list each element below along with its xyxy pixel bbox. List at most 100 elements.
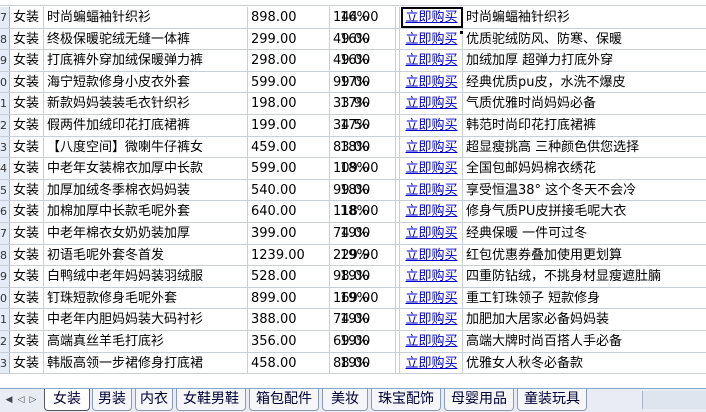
fill-handle[interactable] xyxy=(459,30,464,35)
cell-category[interactable]: 女装 xyxy=(10,28,44,50)
buy-now-link[interactable]: 立即购买 xyxy=(405,53,457,68)
cell-rate[interactable]: 19% xyxy=(340,331,400,352)
cell-price[interactable]: 540.00 xyxy=(248,179,330,201)
cell-buy-link[interactable]: 立即购买 xyxy=(401,309,463,330)
cell-price[interactable]: 198.00 xyxy=(248,93,330,114)
cell-category[interactable]: 女装 xyxy=(10,223,44,244)
cell-price[interactable]: 458.00 xyxy=(248,352,330,374)
cell-rate[interactable]: 18% xyxy=(340,179,400,201)
cell-price[interactable]: 1239.00 xyxy=(248,244,330,266)
cell-rate[interactable]: 16% xyxy=(340,7,400,28)
buy-now-link[interactable]: 立即购买 xyxy=(405,334,457,349)
buy-now-link[interactable]: 立即购买 xyxy=(405,226,457,241)
cell-category[interactable]: 女装 xyxy=(10,179,44,201)
cell-product-name[interactable]: 海宁短款修身小皮衣外套 xyxy=(44,71,248,93)
cell-product-name[interactable]: 中老年女装棉衣加厚中长款 xyxy=(44,158,248,179)
cell-buy-link[interactable]: 立即购买 xyxy=(401,201,463,222)
cell-rate[interactable]: 16% xyxy=(340,50,400,71)
cell-buy-link[interactable]: 立即购买 xyxy=(401,331,463,352)
buy-now-link[interactable]: 立即购买 xyxy=(405,32,457,47)
cell-category[interactable]: 女装 xyxy=(10,352,44,374)
cell-rate[interactable]: 18% xyxy=(340,201,400,222)
cell-description[interactable]: 高端大牌时尚百搭人手必备 xyxy=(463,331,706,352)
cell-category[interactable]: 女装 xyxy=(10,201,44,222)
cell-rate[interactable]: 17% xyxy=(340,93,400,114)
cell-buy-link[interactable]: 立即购买 xyxy=(401,158,463,179)
buy-now-link[interactable]: 立即购买 xyxy=(405,269,457,284)
cell-description[interactable]: 经典保暖 一件可过冬 xyxy=(463,223,706,244)
cell-description[interactable]: 红包优惠券叠加使用更划算 xyxy=(463,245,706,266)
cell-rate[interactable]: 19% xyxy=(340,266,400,287)
cell-description[interactable]: 全国包邮妈妈棉衣绣花 xyxy=(463,158,706,179)
cell-price[interactable]: 898.00 xyxy=(248,7,330,28)
cell-price[interactable]: 356.00 xyxy=(248,331,330,352)
cell-product-name[interactable]: 假两件加绒印花打底裙裤 xyxy=(44,115,248,136)
sheet-tab[interactable]: 母婴用品 xyxy=(444,389,514,411)
cell-buy-link[interactable]: 立即购买 xyxy=(401,244,463,266)
cell-description[interactable]: 气质优雅时尚妈妈必备 xyxy=(463,93,706,114)
buy-now-link[interactable]: 立即购买 xyxy=(405,248,457,263)
cell-rate[interactable]: 17% xyxy=(340,71,400,93)
cell-category[interactable]: 女装 xyxy=(10,309,44,330)
next-sheet-icon[interactable]: ▷ xyxy=(28,393,38,407)
cell-buy-link[interactable]: 立即购买 xyxy=(401,287,463,309)
cell-product-name[interactable]: 【八度空间】微喇牛仔裤女 xyxy=(44,136,248,158)
cell-buy-link[interactable]: 立即购买 xyxy=(401,223,463,244)
cell-price[interactable]: 599.00 xyxy=(248,158,330,179)
cell-category[interactable]: 女装 xyxy=(10,136,44,158)
cell-price[interactable]: 299.00 xyxy=(248,28,330,50)
cell-product-name[interactable]: 中老年棉衣女奶奶装加厚 xyxy=(44,223,248,244)
cell-product-name[interactable]: 中老年内胆妈妈装大码衬衫 xyxy=(44,309,248,330)
cell-rate[interactable]: 19% xyxy=(340,287,400,309)
cell-description[interactable]: 修身气质PU皮拼接毛呢大衣 xyxy=(463,201,706,222)
sheet-tab[interactable]: 美妆 xyxy=(322,389,368,411)
cell-price[interactable]: 640.00 xyxy=(248,201,330,222)
cell-category[interactable]: 女装 xyxy=(10,71,44,93)
cell-buy-link[interactable]: 立即购买 xyxy=(401,352,463,374)
cell-product-name[interactable]: 白鸭绒中老年妈妈装羽绒服 xyxy=(44,266,248,287)
cell-description[interactable]: 优雅女人秋冬必备款 xyxy=(463,353,706,374)
cell-description[interactable]: 韩范时尚印花打底裙裤 xyxy=(463,115,706,136)
cell-buy-link[interactable]: 立即购买 xyxy=(401,50,463,71)
cell-description[interactable]: 加绒加厚 超弹力打底外穿 xyxy=(463,50,706,71)
cell-buy-link[interactable]: 立即购买 xyxy=(401,179,463,201)
cell-category[interactable]: 女装 xyxy=(10,7,44,28)
sheet-tab[interactable]: 珠宝配饰 xyxy=(371,389,441,411)
cell-rate[interactable]: 19% xyxy=(340,309,400,330)
cell-rate[interactable]: 17% xyxy=(340,115,400,136)
cell-category[interactable]: 女装 xyxy=(10,158,44,179)
cell-product-name[interactable]: 钉珠短款修身毛呢外套 xyxy=(44,287,248,309)
cell-price[interactable]: 399.00 xyxy=(248,223,330,244)
cell-product-name[interactable]: 时尚蝙蝠袖针织衫 xyxy=(44,7,248,28)
cell-price[interactable]: 199.00 xyxy=(248,115,330,136)
cell-category[interactable]: 女装 xyxy=(10,50,44,71)
cell-rate[interactable]: 16% xyxy=(340,28,400,50)
cell-buy-link[interactable]: 立即购买 xyxy=(401,7,463,28)
sheet-tab[interactable]: 女装 xyxy=(44,389,90,411)
buy-now-link[interactable]: 立即购买 xyxy=(405,96,457,111)
sheet-tab[interactable]: 女鞋男鞋 xyxy=(176,389,246,411)
sheet-tab[interactable]: 箱包配件 xyxy=(249,389,319,411)
sheet-tab[interactable]: 童装玩具 xyxy=(517,389,587,411)
cell-price[interactable]: 528.00 xyxy=(248,266,330,287)
cell-category[interactable]: 女装 xyxy=(10,331,44,352)
cell-product-name[interactable]: 新款妈妈装装毛衣针织衫 xyxy=(44,93,248,114)
buy-now-link[interactable]: 立即购买 xyxy=(405,75,457,90)
cell-rate[interactable]: 19% xyxy=(340,352,400,374)
buy-now-link[interactable]: 立即购买 xyxy=(405,312,457,327)
cell-product-name[interactable]: 终极保暖驼绒无缝一体裤 xyxy=(44,28,248,50)
cell-buy-link[interactable]: 立即购买 xyxy=(401,115,463,136)
cell-product-name[interactable]: 打底裤外穿加绒保暖弹力裤 xyxy=(44,50,248,71)
buy-now-link[interactable]: 立即购买 xyxy=(405,183,457,198)
cell-rate[interactable]: 18% xyxy=(340,158,400,179)
horizontal-scrollbar[interactable] xyxy=(642,391,706,409)
first-sheet-icon[interactable]: ◀ xyxy=(4,393,14,407)
cell-price[interactable]: 388.00 xyxy=(248,309,330,330)
cell-description[interactable]: 超显瘦挑高 三种颜色供您选择 xyxy=(463,137,706,158)
cell-description[interactable]: 四重防钻绒，不挑身材显瘦遮肚腩 xyxy=(463,266,706,287)
cell-category[interactable]: 女装 xyxy=(10,266,44,287)
cell-description[interactable]: 优质驼绒防风、防寒、保暖 xyxy=(463,29,706,50)
cell-product-name[interactable]: 高端真丝羊毛打底衫 xyxy=(44,331,248,352)
buy-now-link[interactable]: 立即购买 xyxy=(405,10,457,25)
sheet-tab[interactable]: 内衣 xyxy=(135,389,173,411)
